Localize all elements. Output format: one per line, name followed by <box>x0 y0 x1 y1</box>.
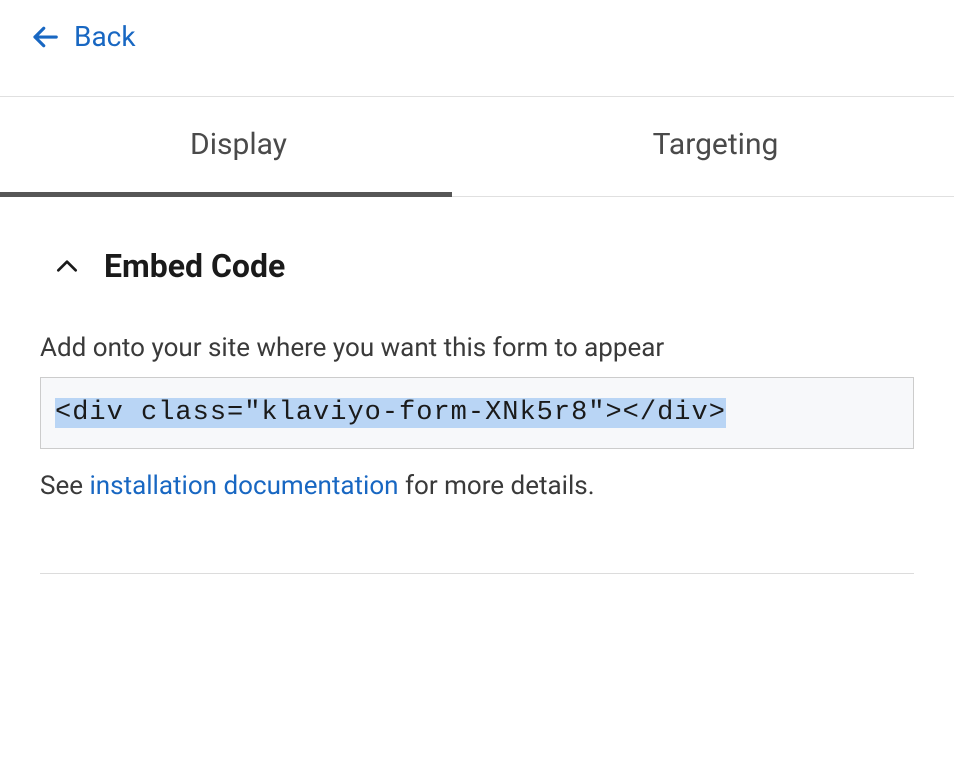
back-label: Back <box>74 20 136 53</box>
embed-description: Add onto your site where you want this f… <box>40 333 914 363</box>
section-title: Embed Code <box>104 247 285 285</box>
embed-code-section: Embed Code Add onto your site where you … <box>0 197 954 574</box>
tab-targeting[interactable]: Targeting <box>477 97 954 196</box>
section-header-toggle[interactable]: Embed Code <box>40 247 914 285</box>
help-text: See installation documentation for more … <box>40 471 914 501</box>
divider <box>40 573 914 574</box>
help-suffix: for more details. <box>399 471 595 501</box>
chevron-up-icon <box>54 253 80 279</box>
tab-label: Targeting <box>653 127 779 162</box>
embed-code-text: <div class="klaviyo-form-XNk5r8"></div> <box>55 398 726 428</box>
tabs: Display Targeting <box>0 96 954 197</box>
arrow-left-icon <box>30 22 60 52</box>
tab-display[interactable]: Display <box>0 97 477 196</box>
tab-label: Display <box>190 127 287 162</box>
back-link[interactable]: Back <box>30 20 136 53</box>
installation-docs-link[interactable]: installation documentation <box>89 471 398 501</box>
header: Back <box>0 0 954 96</box>
embed-code-block[interactable]: <div class="klaviyo-form-XNk5r8"></div> <box>40 377 914 449</box>
help-prefix: See <box>40 471 89 501</box>
